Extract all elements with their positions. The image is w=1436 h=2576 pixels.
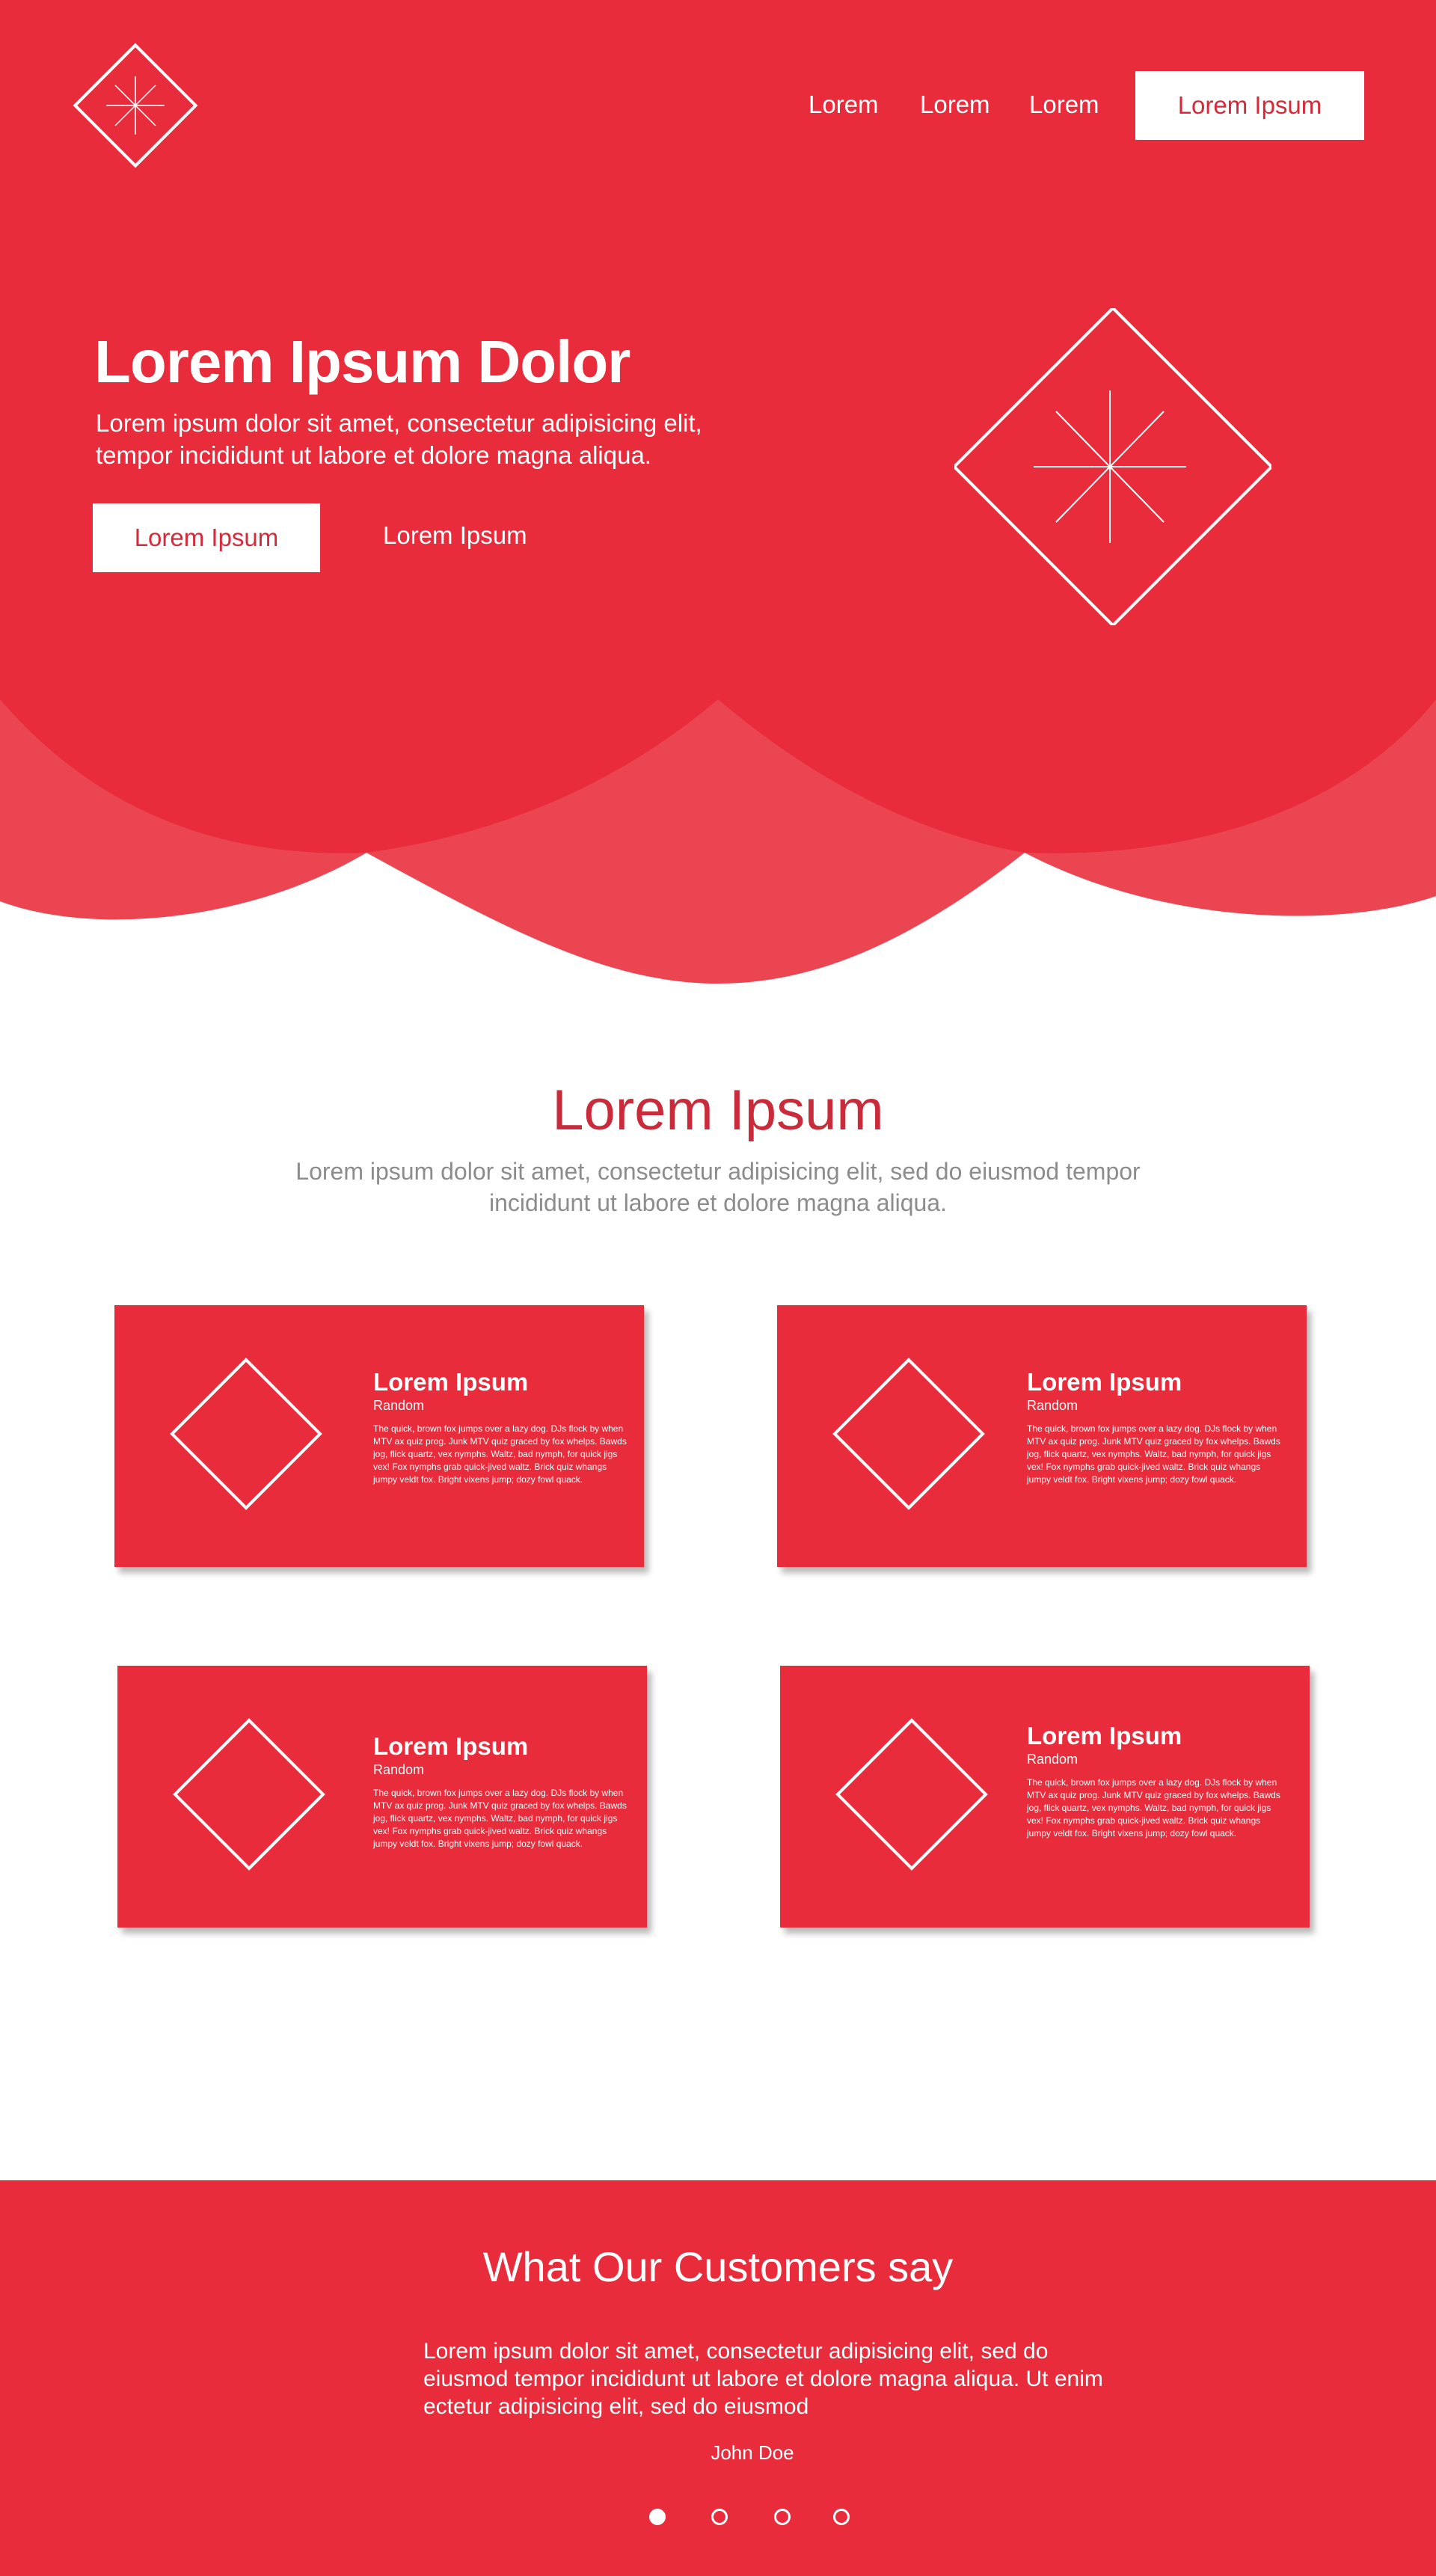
feature-card[interactable]: Lorem Ipsum Random The quick, brown fox … — [780, 1666, 1310, 1928]
testimonials-title: What Our Customers say — [482, 2243, 954, 2290]
hero-primary-button[interactable]: Lorem Ipsum — [93, 503, 320, 572]
features-subtitle: Lorem ipsum dolor sit amet, consectetur … — [295, 1158, 1141, 1216]
feature-card[interactable]: Lorem Ipsum Random The quick, brown fox … — [777, 1305, 1307, 1567]
card-subtitle: Random — [373, 1762, 425, 1777]
features-title: Lorem Ipsum — [552, 1079, 884, 1142]
hero-title: Lorem Ipsum Dolor — [94, 328, 630, 395]
carousel-dot-4[interactable] — [833, 2509, 850, 2525]
card-subtitle: Random — [1027, 1752, 1078, 1767]
card-body: The quick, brown fox jumps over a lazy d… — [373, 1423, 627, 1485]
card-subtitle: Random — [1027, 1398, 1078, 1413]
card-title: Lorem Ipsum — [1027, 1368, 1182, 1396]
diamond-icon — [832, 1358, 985, 1510]
hero-diamond-icon — [954, 308, 1271, 625]
testimonial-quote: Lorem ipsum dolor sit amet, consectetur … — [423, 2339, 1103, 2419]
diamond-icon — [835, 1718, 988, 1871]
card-body: The quick, brown fox jumps over a lazy d… — [1027, 1777, 1280, 1839]
diamond-icon — [170, 1358, 322, 1510]
card-body: The quick, brown fox jumps over a lazy d… — [373, 1788, 627, 1849]
hero-secondary-button[interactable]: Lorem Ipsum — [383, 519, 527, 552]
feature-card[interactable]: Lorem Ipsum Random The quick, brown fox … — [117, 1666, 647, 1928]
testimonial-author: John Doe — [711, 2441, 794, 2464]
card-title: Lorem Ipsum — [373, 1732, 529, 1760]
hero-subtitle: Lorem ipsum dolor sit amet, consectetur … — [96, 409, 702, 469]
nav-link-2[interactable]: Lorem — [920, 90, 990, 120]
carousel-dot-1[interactable] — [649, 2509, 666, 2525]
card-body: The quick, brown fox jumps over a lazy d… — [1027, 1423, 1280, 1485]
feature-card[interactable]: Lorem Ipsum Random The quick, brown fox … — [114, 1305, 644, 1567]
nav-link-1[interactable]: Lorem — [808, 90, 879, 120]
card-subtitle: Random — [373, 1398, 425, 1413]
card-title: Lorem Ipsum — [373, 1368, 529, 1396]
carousel-dot-3[interactable] — [774, 2509, 791, 2525]
diamond-icon — [173, 1718, 325, 1871]
card-title: Lorem Ipsum — [1027, 1722, 1182, 1749]
logo-diamond-icon[interactable] — [69, 39, 202, 172]
header-cta-button[interactable]: Lorem Ipsum — [1135, 71, 1364, 140]
carousel-dot-2[interactable] — [711, 2509, 728, 2525]
nav-link-3[interactable]: Lorem — [1029, 90, 1099, 120]
